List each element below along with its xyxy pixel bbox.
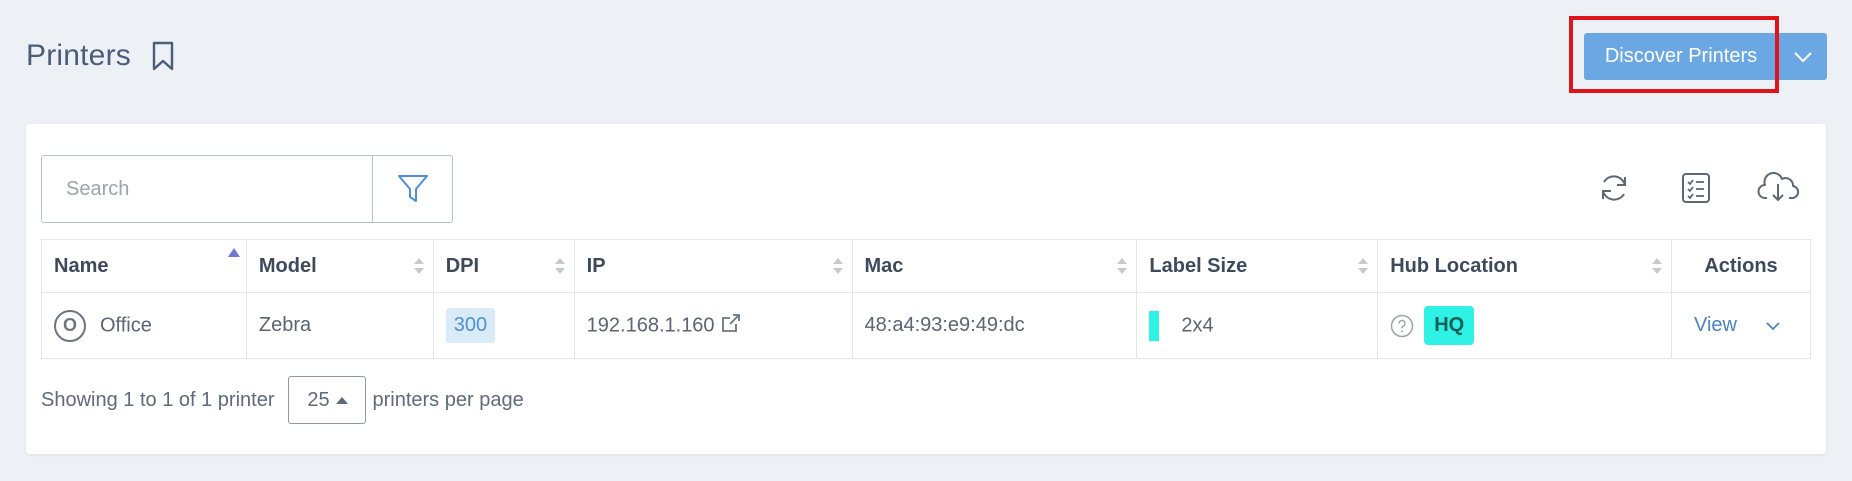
- cell-hub-location: HQ: [1377, 292, 1672, 359]
- column-header-dpi[interactable]: DPI: [432, 239, 575, 293]
- cell-actions: View: [1670, 292, 1812, 359]
- status-indicator: O: [54, 309, 86, 342]
- chevron-down-icon: [1794, 51, 1812, 62]
- discover-dropdown-button[interactable]: [1779, 33, 1827, 80]
- ip-address: 192.168.1.160: [586, 313, 715, 336]
- refresh-icon[interactable]: [1592, 166, 1636, 210]
- sort-icon: [1651, 258, 1662, 274]
- label-color-swatch: [1149, 310, 1160, 341]
- label-size-value: 2x4: [1181, 313, 1214, 336]
- chevron-down-icon[interactable]: [1765, 314, 1781, 337]
- sort-icon: [832, 258, 843, 274]
- filter-button[interactable]: [372, 156, 452, 222]
- cell-dpi: 300: [432, 292, 575, 359]
- external-link-icon[interactable]: [721, 313, 741, 339]
- column-header-hub-location[interactable]: Hub Location: [1377, 239, 1672, 293]
- sort-asc-icon: [227, 248, 240, 257]
- search-box: [41, 155, 453, 223]
- cell-model: Zebra: [245, 292, 434, 359]
- per-page-select[interactable]: 25: [288, 376, 367, 424]
- discover-printers-button[interactable]: Discover Printers: [1584, 33, 1778, 80]
- printers-card: Name Model DPI IP Mac Label Size Hub Loc…: [26, 124, 1826, 454]
- per-page-label: printers per page: [372, 388, 524, 411]
- table-row[interactable]: O Office Zebra 300 192.168.1.160 48:a4:93…: [41, 292, 1812, 359]
- hub-location-badge: HQ: [1424, 306, 1475, 345]
- table-tools: [1592, 166, 1800, 210]
- cloud-download-icon[interactable]: [1756, 166, 1800, 210]
- table-header-row: Name Model DPI IP Mac Label Size Hub Loc…: [41, 239, 1812, 293]
- caret-up-icon: [335, 396, 348, 404]
- printer-name: Office: [100, 313, 152, 336]
- sort-icon: [554, 258, 565, 274]
- sort-icon: [1117, 258, 1128, 274]
- page-title: Printers: [26, 39, 131, 72]
- table-footer: Showing 1 to 1 of 1 printer 25 printers …: [41, 376, 524, 424]
- column-header-model[interactable]: Model: [245, 239, 434, 293]
- cell-ip: 192.168.1.160: [573, 292, 853, 359]
- cell-label-size: 2x4: [1136, 292, 1379, 359]
- sort-icon: [413, 258, 424, 274]
- column-header-actions: Actions: [1670, 239, 1812, 293]
- per-page-value: 25: [307, 388, 330, 411]
- column-header-label-size[interactable]: Label Size: [1136, 239, 1379, 293]
- cell-mac: 48:a4:93:e9:49:dc: [851, 292, 1138, 359]
- search-input[interactable]: [42, 156, 372, 222]
- view-link[interactable]: View: [1694, 314, 1737, 336]
- dpi-badge: 300: [445, 308, 496, 343]
- column-header-name[interactable]: Name: [41, 239, 247, 293]
- bookmark-icon[interactable]: [151, 39, 179, 73]
- column-header-ip[interactable]: IP: [573, 239, 853, 293]
- showing-count: Showing 1 to 1 of 1 printer: [41, 388, 275, 411]
- discover-button-group: Discover Printers: [1584, 33, 1827, 80]
- page-header: Printers: [26, 34, 179, 78]
- filter-icon: [397, 175, 428, 202]
- column-header-mac[interactable]: Mac: [851, 239, 1138, 293]
- question-circle-icon[interactable]: [1390, 314, 1414, 338]
- sort-icon: [1358, 258, 1369, 274]
- printers-table: Name Model DPI IP Mac Label Size Hub Loc…: [41, 239, 1812, 359]
- cell-name: O Office: [41, 292, 247, 359]
- checklist-icon[interactable]: [1674, 166, 1718, 210]
- printers-page: Printers Discover Printers Search Name M…: [0, 0, 1852, 481]
